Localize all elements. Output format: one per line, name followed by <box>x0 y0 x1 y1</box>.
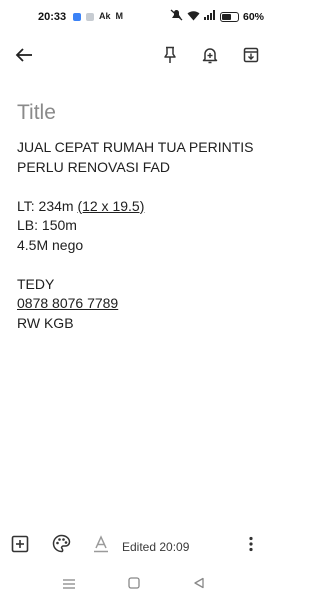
more-vert-icon <box>248 536 254 557</box>
recents-button[interactable] <box>60 576 78 594</box>
battery-icon <box>219 11 239 22</box>
home-square-icon <box>128 576 140 594</box>
reminder-button[interactable] <box>196 43 224 71</box>
status-right-group: 60% <box>170 9 264 24</box>
note-line: RW KGB <box>17 314 74 331</box>
add-box-icon <box>11 535 29 558</box>
note-body-field[interactable]: JUAL CEPAT RUMAH TUA PERINTIS PERLU RENO… <box>17 138 272 333</box>
signal-icon <box>203 10 216 23</box>
dimension-link[interactable]: (12 x 19.5) <box>77 198 144 214</box>
note-line: 4.5M nego <box>17 236 84 253</box>
text-format-button[interactable] <box>89 534 113 558</box>
menu-icon <box>62 576 76 594</box>
back-triangle-icon <box>193 576 205 594</box>
battery-level <box>221 13 231 20</box>
wifi-icon <box>187 10 200 24</box>
mute-icon <box>170 9 183 24</box>
battery-percent: 60% <box>242 10 264 23</box>
edited-timestamp: Edited 20:09 <box>122 540 190 554</box>
archive-button[interactable] <box>237 43 265 71</box>
note-line <box>17 177 272 197</box>
note-bottom-bar: Edited 20:09 <box>0 530 272 562</box>
note-text: LT: 234m <box>17 197 78 214</box>
system-nav-bar <box>0 570 272 600</box>
note-line: TEDY <box>17 275 55 292</box>
note-line <box>17 255 272 275</box>
note-line: PERLU RENOVASI FAD <box>17 158 171 175</box>
more-options-button[interactable] <box>239 534 263 558</box>
palette-icon <box>52 534 71 558</box>
app-blue-icon <box>73 12 81 21</box>
status-bar: 20:33 Ak M 60% <box>0 0 272 36</box>
home-button[interactable] <box>125 576 143 594</box>
pin-icon <box>163 46 177 69</box>
app-ak-icon: Ak <box>99 11 111 21</box>
notification-icons: Ak M <box>73 11 123 22</box>
bell-plus-icon <box>202 46 218 69</box>
note-toolbar <box>0 40 272 74</box>
back-button[interactable] <box>10 43 38 71</box>
background-options-button[interactable] <box>49 534 73 558</box>
phone-link[interactable]: 0878 8076 7789 <box>17 295 118 311</box>
note-line-composite: LT: 234m (12 x 19.5) <box>17 197 272 217</box>
note-line: JUAL CEPAT RUMAH TUA PERINTIS <box>17 139 254 155</box>
note-line-composite: 0878 8076 7789 <box>17 294 272 314</box>
arrow-left-icon <box>15 47 33 68</box>
nav-back-button[interactable] <box>190 576 208 594</box>
text-format-icon <box>93 534 109 558</box>
app-chat-icon <box>86 12 94 21</box>
gmail-icon: M <box>115 11 124 21</box>
status-time: 20:33 <box>38 11 67 23</box>
pin-button[interactable] <box>156 43 184 71</box>
add-button[interactable] <box>8 534 32 558</box>
archive-icon <box>243 47 259 68</box>
note-title-field[interactable]: Title <box>17 101 56 125</box>
note-line: LB: 150m <box>17 217 77 233</box>
